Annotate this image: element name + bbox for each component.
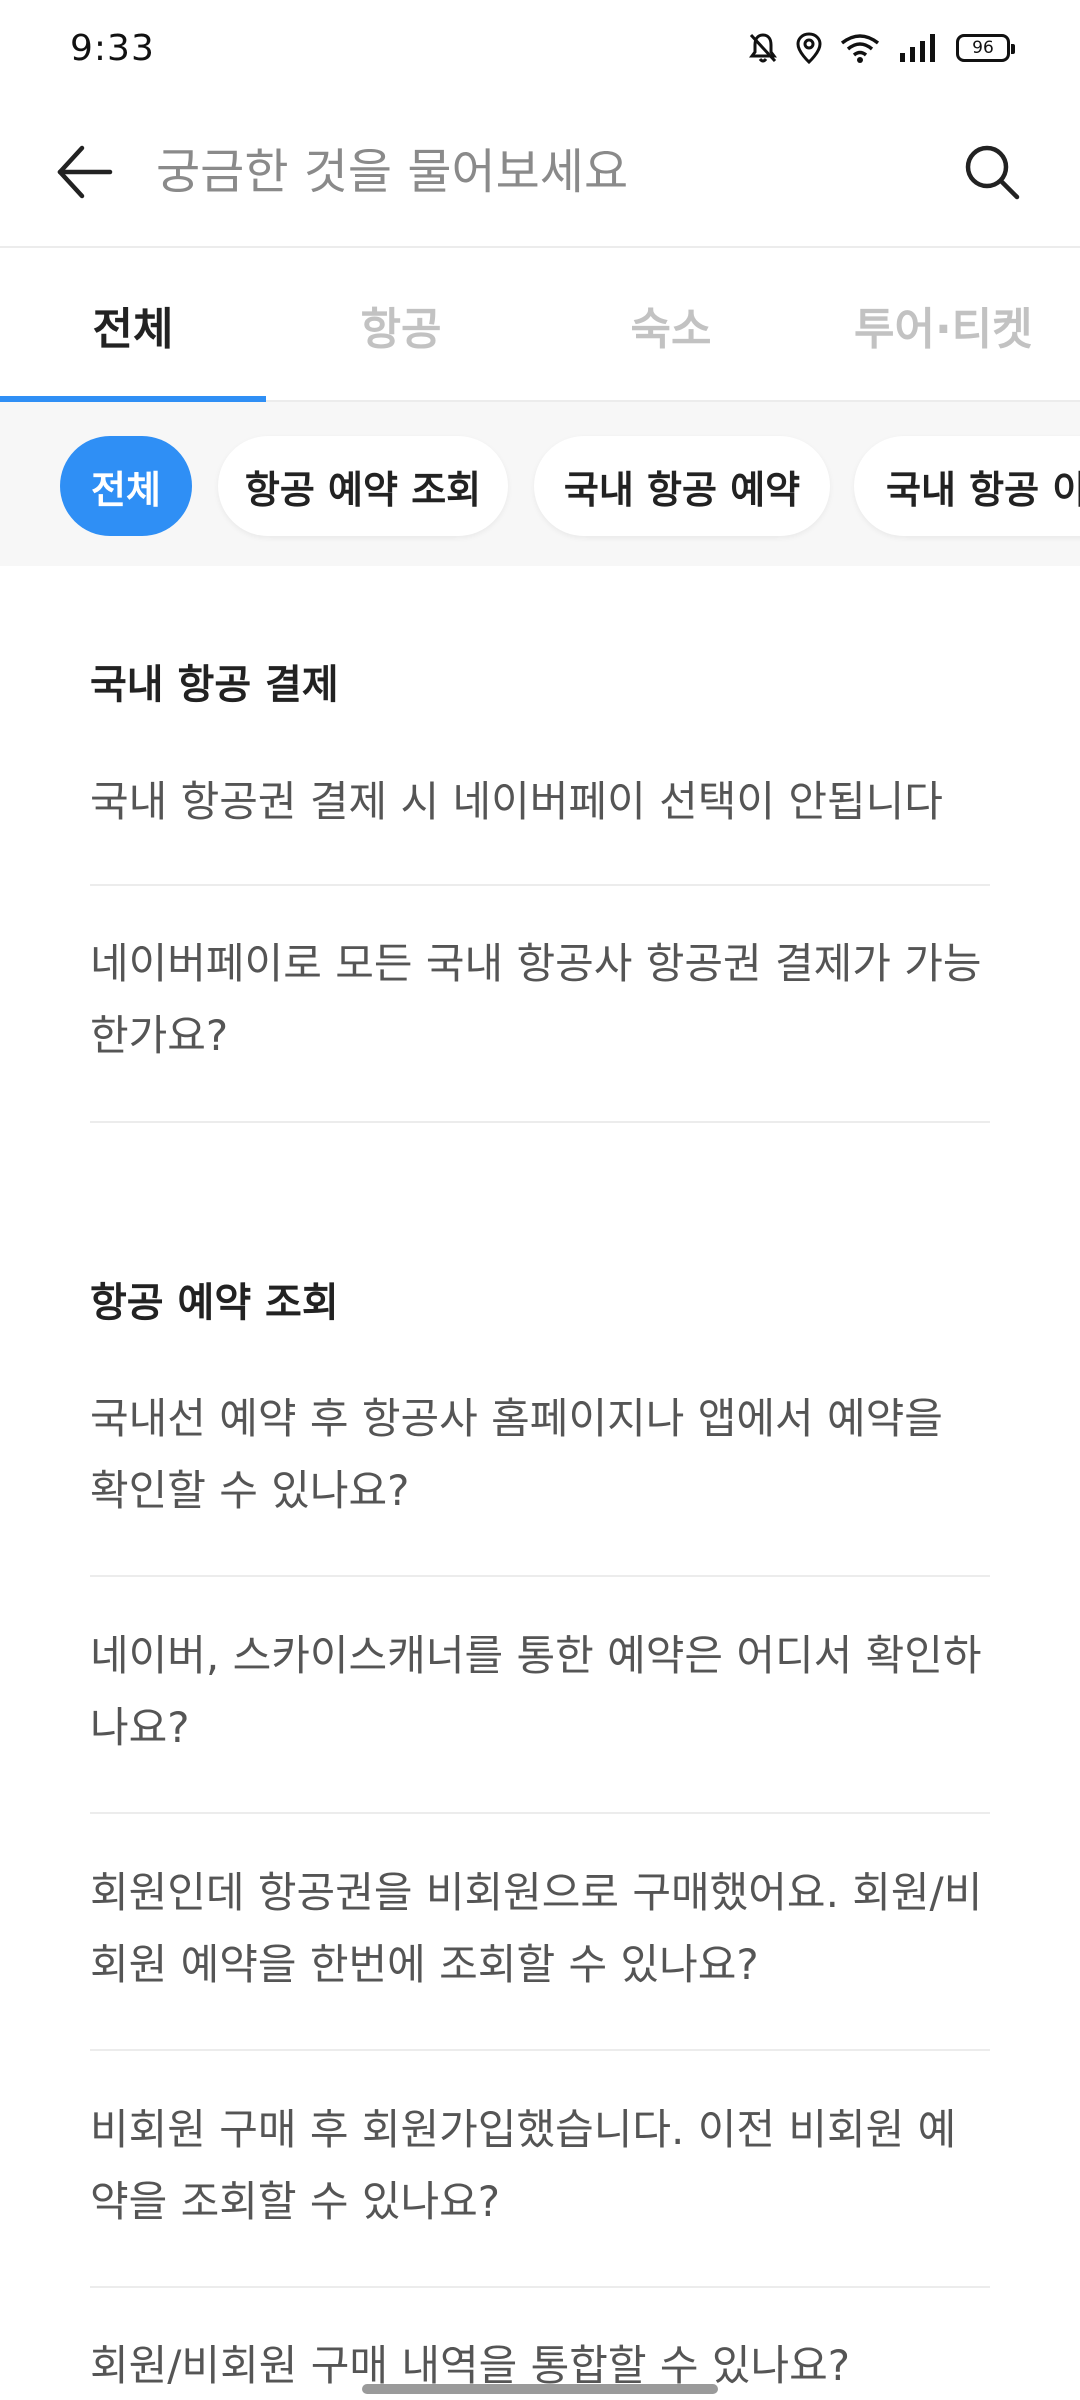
status-time: 9:33	[70, 27, 155, 69]
chip-all[interactable]: 전체	[60, 436, 192, 536]
divider	[90, 2286, 990, 2288]
search-input[interactable]	[156, 132, 916, 212]
tab-lodging[interactable]: 숙소	[536, 250, 806, 400]
section-title-domestic-payment: 국내 항공 결제	[90, 662, 339, 708]
faq-item[interactable]: 국내선 예약 후 항공사 홈페이지나 앱에서 예약을 확인할 수 있나요?	[90, 1383, 990, 1527]
divider	[90, 1121, 990, 1123]
search-button[interactable]	[960, 140, 1024, 204]
divider	[90, 2049, 990, 2051]
home-indicator[interactable]	[362, 2384, 718, 2394]
tab-flight[interactable]: 항공	[266, 250, 536, 400]
tab-all[interactable]: 전체	[0, 250, 266, 400]
location-icon	[796, 32, 822, 64]
wifi-icon	[840, 33, 880, 63]
divider	[90, 1575, 990, 1577]
faq-item[interactable]: 회원인데 항공권을 비회원으로 구매했어요. 회원/비회원 예약을 한번에 조회…	[90, 1857, 990, 2001]
faq-item[interactable]: 국내 항공권 결제 시 네이버페이 선택이 안됩니다	[90, 766, 990, 838]
status-icons: 96	[748, 32, 1015, 64]
battery-level: 96	[972, 38, 994, 58]
battery-icon: 96	[956, 34, 1015, 62]
bell-off-icon	[748, 32, 778, 64]
signal-icon	[898, 33, 938, 63]
chip-flight-reservation-inquiry[interactable]: 항공 예약 조회	[218, 436, 508, 536]
divider	[90, 1812, 990, 1814]
category-tabs: 전체 항공 숙소 투어·티켓	[0, 250, 1080, 402]
faq-item[interactable]: 네이버페이로 모든 국내 항공사 항공권 결제가 가능한가요?	[90, 928, 990, 1072]
status-bar: 9:33 96	[0, 0, 1080, 96]
faq-item[interactable]: 네이버, 스카이스캐너를 통한 예약은 어디서 확인하나요?	[90, 1620, 990, 1764]
chip-domestic-flight-reservation[interactable]: 국내 항공 예약	[534, 436, 830, 536]
tab-tour-ticket[interactable]: 투어·티켓	[806, 250, 1080, 400]
back-button[interactable]	[52, 140, 116, 204]
filter-chips: 전체 항공 예약 조회 국내 항공 예약 국내 항공 이	[0, 402, 1080, 566]
chip-domestic-flight-more[interactable]: 국내 항공 이	[854, 436, 1080, 536]
search-header	[0, 96, 1080, 248]
section-title-flight-reservation-inquiry: 항공 예약 조회	[90, 1280, 339, 1326]
faq-item[interactable]: 비회원 구매 후 회원가입했습니다. 이전 비회원 예약을 조회할 수 있나요?	[90, 2094, 990, 2238]
search-icon	[965, 145, 1020, 200]
divider	[90, 884, 990, 886]
back-arrow-icon	[57, 145, 113, 199]
